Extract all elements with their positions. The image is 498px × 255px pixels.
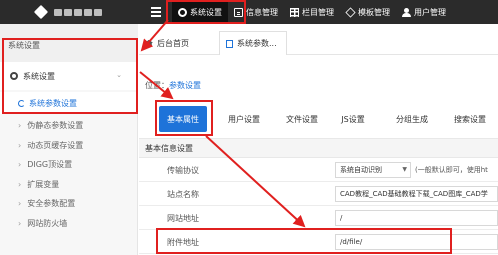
nav-column-management[interactable]: 栏目管理 — [284, 0, 340, 24]
field-row-protocol: 传输协议 系统自动识别 ▼ (一般默认即可，使用ht — [139, 158, 498, 182]
chevron-right-icon: › — [18, 140, 22, 150]
gear-icon — [10, 72, 18, 80]
sidebar-title: 系统设置 — [0, 24, 138, 62]
breadcrumb: 位置：参数设置 — [145, 80, 201, 91]
sidebar-group-system-settings[interactable]: 系统设置 ⌄ — [0, 62, 138, 90]
sidebar: 系统设置 系统设置 ⌄ 系统参数设置 › 伪静态参数设置 › 动态页缓存设置 › DI… — [0, 24, 138, 255]
sidebar-item-label: 安全参数配置 — [27, 199, 76, 209]
sidebar-item-system-params[interactable]: 系统参数设置 — [0, 92, 138, 114]
logo[interactable] — [0, 0, 138, 24]
grid-icon — [290, 7, 299, 17]
chevron-right-icon: › — [18, 179, 22, 189]
gear-icon — [178, 7, 187, 17]
sidebar-item-label: 网站防火墙 — [27, 218, 68, 228]
sidebar-item[interactable]: › 动态页缓存设置 — [0, 136, 138, 156]
section-header: 基本信息设置 — [139, 138, 498, 158]
tab-file-settings[interactable]: 文件设置 — [277, 106, 327, 132]
settings-tabs: 基本属性 用户设置 文件设置 JS设置 分组生成 搜索设置 — [139, 106, 498, 132]
chevron-right-icon: › — [18, 218, 22, 228]
sidebar-item[interactable]: › 网站防火墙 — [0, 214, 138, 234]
tab-system-params[interactable]: 系统参数... — [219, 31, 287, 55]
tab-basic-properties[interactable]: 基本属性 — [159, 106, 207, 132]
sidebar-item-label: 系统参数设置 — [29, 98, 77, 108]
sidebar-list: › 伪静态参数设置 › 动态页缓存设置 › DIGG顶设置 › 扩展变量 › 安全参数配置… — [0, 116, 138, 233]
nav-label: 模板管理 — [358, 7, 390, 17]
field-label: 网站地址 — [167, 213, 199, 223]
nav-template-management[interactable]: 模板管理 — [340, 0, 396, 24]
sidebar-item[interactable]: › 扩展变量 — [0, 175, 138, 195]
tab-label: 系统参数... — [237, 39, 277, 48]
field-hint: (一般默认即可，使用ht — [415, 166, 488, 174]
sidebar-item-label: 扩展变量 — [27, 179, 60, 189]
field-row-site-name: 站点名称 CAD教程_CAD基础教程下载_CAD图库_CAD学 — [139, 182, 498, 206]
field-label: 站点名称 — [167, 189, 199, 199]
user-icon — [402, 7, 411, 17]
tab-user-settings[interactable]: 用户设置 — [219, 106, 269, 132]
nav-label: 系统设置 — [190, 7, 222, 17]
menu-toggle-icon[interactable] — [151, 7, 161, 17]
tab-search-settings[interactable]: 搜索设置 — [445, 106, 495, 132]
field-row-attachment-url: 附件地址 /d/file/ — [139, 230, 498, 254]
tab-label: 后台首页 — [157, 38, 189, 48]
loading-icon — [18, 99, 25, 107]
attachment-url-input[interactable]: /d/file/ — [335, 234, 498, 250]
tab-js-settings[interactable]: JS设置 — [333, 106, 373, 132]
nav-system-settings[interactable]: 系统设置 — [172, 0, 228, 24]
protocol-select[interactable]: 系统自动识别 ▼ — [335, 162, 411, 178]
breadcrumb-link[interactable]: 参数设置 — [169, 81, 201, 90]
chevron-down-icon: ⌄ — [116, 71, 122, 79]
nav-info-management[interactable]: 信息管理 — [228, 0, 284, 24]
nav-user-management[interactable]: 用户管理 — [396, 0, 452, 24]
sidebar-item[interactable]: › DIGG顶设置 — [0, 155, 138, 175]
home-icon — [145, 39, 153, 47]
breadcrumb-prefix: 位置： — [145, 81, 169, 90]
tab-group-generate[interactable]: 分组生成 — [387, 106, 437, 132]
chevron-right-icon: › — [18, 199, 22, 209]
tab-home[interactable]: 后台首页 — [139, 31, 213, 55]
site-name-input[interactable]: CAD教程_CAD基础教程下载_CAD图库_CAD学 — [335, 186, 498, 202]
sidebar-item-label: 伪静态参数设置 — [27, 121, 84, 131]
top-nav: 系统设置 信息管理 栏目管理 模板管理 用户管理 — [172, 0, 452, 24]
cube-logo-icon — [33, 4, 49, 20]
chevron-down-icon: ▼ — [402, 166, 407, 173]
field-label: 传输协议 — [167, 165, 199, 175]
select-value: 系统自动识别 — [340, 166, 382, 174]
document-icon — [234, 7, 243, 17]
site-url-input[interactable]: / — [335, 210, 498, 226]
sidebar-group-label: 系统设置 — [23, 71, 55, 81]
nav-label: 栏目管理 — [302, 7, 334, 17]
sidebar-item-label: DIGG顶设置 — [27, 160, 73, 170]
top-bar: 系统设置 信息管理 栏目管理 模板管理 用户管理 — [0, 0, 498, 24]
field-label: 附件地址 — [167, 237, 199, 247]
sidebar-item[interactable]: › 伪静态参数设置 — [0, 116, 138, 136]
nav-label: 信息管理 — [246, 7, 278, 17]
nav-label: 用户管理 — [414, 7, 446, 17]
layers-icon — [345, 6, 356, 18]
chevron-right-icon: › — [18, 160, 22, 170]
sidebar-item-label: 动态页缓存设置 — [27, 140, 84, 150]
main-content: 后台首页 系统参数... 位置：参数设置 基本属性 用户设置 文件设置 JS设置… — [139, 24, 498, 255]
content-tab-strip: 后台首页 系统参数... — [139, 31, 498, 55]
sidebar-item[interactable]: › 安全参数配置 — [0, 194, 138, 214]
field-row-site-url: 网站地址 / — [139, 206, 498, 230]
blurred-site-name — [54, 8, 102, 16]
file-icon — [226, 39, 233, 48]
chevron-right-icon: › — [18, 121, 22, 131]
